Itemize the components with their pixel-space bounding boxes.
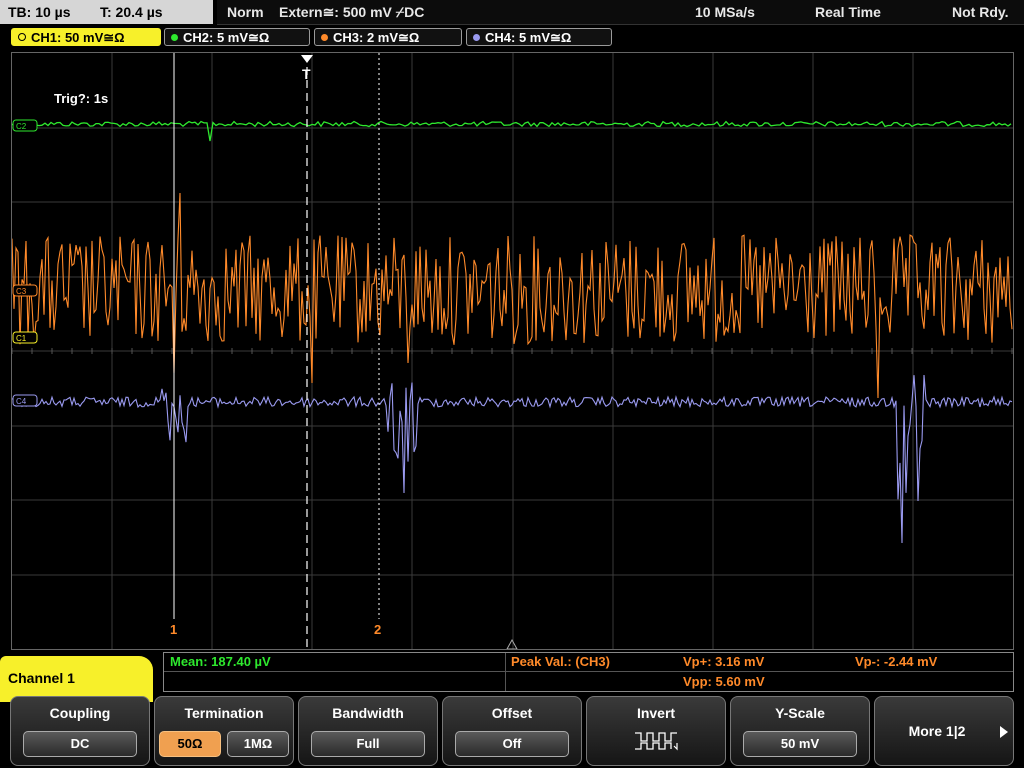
coupling-softkey[interactable]: Coupling DC (10, 696, 150, 766)
tab-ch1-label: CH1: 50 mV≅Ω (31, 30, 125, 45)
ch4-trace (12, 374, 1013, 544)
tab-ch3[interactable]: CH3: 2 mV≅Ω (314, 28, 462, 46)
trigger-marker: T (302, 66, 311, 82)
svg-text:C3: C3 (16, 287, 27, 296)
svg-text:C2: C2 (16, 122, 27, 131)
trigger-mode: Norm (227, 4, 264, 20)
timebase-panel[interactable]: TB: 10 µs T: 20.4 µs (0, 0, 213, 24)
termination-50ohm[interactable]: 50Ω (159, 731, 221, 757)
peak-label: Peak Val.: (CH3) (511, 654, 610, 669)
coupling-value[interactable]: DC (23, 731, 137, 757)
trigger-arrow-icon[interactable] (301, 55, 313, 63)
bandwidth-value[interactable]: Full (311, 731, 425, 757)
tab-ch4-label: CH4: 5 mV≅Ω (485, 30, 572, 45)
yscale-value[interactable]: 50 mV (743, 731, 857, 757)
invert-title: Invert (636, 705, 676, 721)
termination-1mohm[interactable]: 1MΩ (227, 731, 289, 757)
meas-divider (505, 653, 506, 691)
ch3-trace (12, 192, 1013, 399)
time-readout: T: 20.4 µs (100, 4, 163, 20)
offset-value[interactable]: Off (455, 731, 569, 757)
waveform-display[interactable]: 1 2 T Trig?: 1s C2 C3 C1 C4 (11, 52, 1014, 650)
acquisition-mode: Real Time (815, 4, 881, 20)
ch1-dot-icon (18, 33, 26, 41)
ch3-marker[interactable]: C3 (12, 284, 38, 297)
tab-ch2[interactable]: CH2: 5 mV≅Ω (164, 28, 310, 46)
svg-text:C4: C4 (16, 397, 27, 406)
tab-ch2-label: CH2: 5 mV≅Ω (183, 30, 270, 45)
trigger-state: Not Rdy. (952, 4, 1009, 20)
meas-divider (164, 671, 1013, 672)
waveform-svg: 1 2 T Trig?: 1s C2 C3 C1 C4 (12, 53, 1013, 649)
ch2-marker[interactable]: C2 (12, 119, 38, 132)
trigger-source: Extern≅: 500 mV ⌿DC (279, 4, 425, 20)
cursor-1-label: 1 (170, 622, 177, 637)
status-bar: TB: 10 µs T: 20.4 µs Norm Extern≅: 500 m… (0, 0, 1024, 25)
vp-minus-value: Vp-: -2.44 mV (855, 654, 938, 669)
tab-ch4[interactable]: CH4: 5 mV≅Ω (466, 28, 612, 46)
cursor-2-label: 2 (374, 622, 381, 637)
sample-rate: 10 MSa/s (695, 4, 755, 20)
invert-waveform-icon (635, 732, 678, 751)
timebase-readout: TB: 10 µs (8, 4, 71, 20)
ch2-dot-icon (171, 34, 178, 41)
more-label: More 1|2 (908, 723, 966, 739)
svg-text:C1: C1 (16, 334, 27, 343)
yscale-title: Y-Scale (775, 705, 825, 721)
ch4-dot-icon (473, 34, 480, 41)
measurement-panel[interactable]: Mean: 187.40 µV Peak Val.: (CH3) Vp+: 3.… (163, 652, 1014, 692)
tab-ch3-label: CH3: 2 mV≅Ω (333, 30, 420, 45)
bandwidth-softkey[interactable]: Bandwidth Full (298, 696, 438, 766)
chevron-right-icon (1000, 726, 1008, 738)
invert-softkey[interactable]: Invert (586, 696, 726, 766)
ch1-marker[interactable]: C1 (12, 331, 38, 344)
tab-ch1[interactable]: CH1: 50 mV≅Ω (11, 28, 161, 46)
yscale-softkey[interactable]: Y-Scale 50 mV (730, 696, 870, 766)
ch4-marker[interactable]: C4 (12, 394, 38, 407)
trigger-info: Trig?: 1s (54, 91, 108, 106)
graticule (12, 53, 1013, 649)
coupling-title: Coupling (49, 705, 111, 721)
trigger-panel[interactable]: Norm Extern≅: 500 mV ⌿DC 10 MSa/s Real T… (217, 0, 1024, 25)
termination-title: Termination (184, 705, 264, 721)
offset-softkey[interactable]: Offset Off (442, 696, 582, 766)
more-softkey[interactable]: More 1|2 (874, 696, 1014, 766)
ch3-dot-icon (321, 34, 328, 41)
offset-title: Offset (491, 705, 533, 721)
ch2-trace (12, 120, 1012, 142)
horizontal-center-icon (506, 638, 518, 649)
vpp-value: Vpp: 5.60 mV (683, 674, 765, 689)
mean-value: Mean: 187.40 µV (170, 654, 271, 669)
bandwidth-title: Bandwidth (332, 705, 404, 721)
vp-plus-value: Vp+: 3.16 mV (683, 654, 765, 669)
termination-softkey[interactable]: Termination 50Ω 1MΩ (154, 696, 294, 766)
